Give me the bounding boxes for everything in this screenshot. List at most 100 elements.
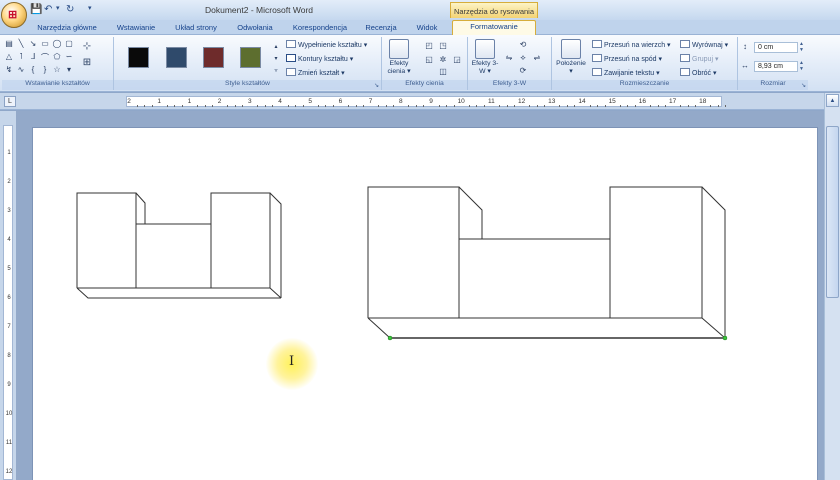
large-3d-shape[interactable] [367, 186, 728, 341]
nudge-shadow-left-icon[interactable]: ◱ [424, 55, 434, 64]
ruler-track[interactable]: 2 1 1 2 3 4 5 6 7 8 9 10 11 12 13 14 15 16 17 18 [126, 96, 727, 107]
shape-rectangle-icon[interactable]: ▭ [40, 39, 50, 48]
group-button[interactable]: Grupuj ▾ [680, 54, 718, 65]
style-swatch-olive[interactable] [240, 47, 261, 68]
undo-dropdown-icon[interactable]: ▾ [56, 4, 60, 12]
shape-oval-icon[interactable]: ◯ [52, 39, 62, 48]
wrap-text-button[interactable]: Zawijanie tekstu ▾ [592, 68, 660, 79]
height-icon: ↕ [743, 42, 747, 51]
tab-page-layout[interactable]: Układ strony [168, 22, 224, 35]
nudge-shadow-up-icon[interactable]: ◰ [424, 41, 434, 50]
shape-scribble-icon[interactable]: ∽ [64, 52, 74, 61]
shape-height-field[interactable]: 0 cm [754, 42, 798, 53]
edit-text-icon[interactable]: ⊞ [82, 57, 92, 68]
vertical-scrollbar[interactable]: ▲ [824, 93, 840, 480]
shape-fill-button[interactable]: Wypełnienie kształtu ▾ [286, 40, 367, 51]
shape-brace-right-icon[interactable]: } [40, 65, 50, 74]
ruler-tick [687, 105, 689, 107]
tilt-down-icon[interactable]: ⟳ [518, 66, 528, 75]
dialog-launcher-icon[interactable]: ↘ [801, 82, 806, 89]
small-3d-shape[interactable] [76, 192, 282, 299]
shape-elbow-arrow-icon[interactable]: ᒧ [28, 52, 38, 61]
vertical-ruler-number: 11 [5, 440, 13, 446]
tab-review[interactable]: Recenzja [362, 22, 400, 35]
3d-effects-button[interactable]: Efekty 3-W ▾ [471, 39, 499, 76]
nudge-shadow-down-icon[interactable]: ◫ [438, 67, 448, 76]
send-to-back-button[interactable]: Przesuń na spód ▾ [592, 54, 662, 65]
edit-points-icon[interactable]: ⊹ [82, 41, 92, 52]
styles-scroll-up-icon[interactable]: ▴ [271, 43, 281, 50]
shape-triangle-icon[interactable]: △ [4, 52, 14, 61]
vertical-ruler-number: 5 [7, 266, 11, 272]
tilt-left-icon[interactable]: ⇋ [504, 53, 514, 62]
shape-brace-left-icon[interactable]: { [28, 65, 38, 74]
scrollbar-thumb[interactable] [826, 126, 839, 298]
ruler-tick [151, 105, 153, 107]
change-shape-button[interactable]: Zmień kształt ▾ [286, 68, 345, 79]
position-button[interactable]: Położenie ▾ [555, 39, 587, 76]
vertical-ruler[interactable]: 1 2 3 4 5 6 7 8 9 10 11 12 [0, 111, 16, 480]
shape-width-field[interactable]: 8,93 cm [754, 61, 798, 72]
bring-to-front-button[interactable]: Przesuń na wierzch ▾ [592, 40, 671, 51]
align-button[interactable]: Wyrównaj ▾ [680, 40, 728, 51]
ruler-tick [174, 105, 176, 107]
styles-more-icon[interactable]: ▿ [271, 67, 281, 74]
shape-star-icon[interactable]: ☆ [52, 65, 62, 74]
tilt-up-icon[interactable]: ⟲ [518, 40, 528, 49]
undo-icon[interactable]: ↶ [44, 4, 52, 15]
scroll-up-button[interactable]: ▲ [826, 94, 839, 107]
nudge-shadow-right-icon[interactable]: ◲ [452, 55, 462, 64]
shadow-effects-button[interactable]: Efekty cienia ▾ [385, 39, 413, 76]
tab-mailings[interactable]: Korespondencja [288, 22, 352, 35]
tilt-right-icon[interactable]: ⇌ [532, 53, 542, 62]
dialog-launcher-icon[interactable]: ↘ [374, 82, 379, 89]
selection-handle-left[interactable] [387, 335, 393, 341]
customize-qat-icon[interactable]: ▾ [88, 4, 92, 12]
style-swatch-black[interactable] [128, 47, 149, 68]
document-page[interactable] [32, 127, 818, 480]
redo-icon[interactable]: ↻ [66, 4, 74, 15]
selection-handle-right[interactable] [722, 335, 728, 341]
tab-view[interactable]: Widok [410, 22, 444, 35]
style-swatch-red[interactable] [203, 47, 224, 68]
ruler-tick [272, 105, 274, 107]
tab-home[interactable]: Narzędzia główne [32, 22, 102, 35]
ruler-number: 14 [578, 98, 586, 105]
vertical-ruler-number: 9 [7, 382, 11, 388]
horizontal-ruler[interactable]: L 2 1 1 2 3 4 5 6 7 8 9 10 11 12 13 14 15 16 17 18 [0, 93, 840, 110]
office-button[interactable]: ⊞ [1, 2, 27, 28]
ruler-tick [446, 105, 448, 107]
vertical-ruler-track[interactable]: 1 2 3 4 5 6 7 8 9 10 11 12 [3, 125, 13, 480]
group-label: Style kształtów [114, 80, 381, 90]
tab-selector-icon[interactable]: L [4, 96, 16, 107]
shape-line-icon[interactable]: ╲ [16, 39, 26, 48]
shape-arrow-icon[interactable]: ↘ [28, 39, 38, 48]
save-icon[interactable]: 💾 [30, 4, 42, 15]
shape-textbox-icon[interactable]: ▤ [4, 39, 14, 48]
width-spin-down-icon[interactable]: ▼ [799, 66, 804, 72]
ruler-tick [212, 105, 214, 107]
title-bar: ⊞ 💾 ↶ ▾ ↻ ▾ Dokument2 - Microsoft Word N… [0, 0, 840, 28]
nudge-shadow-up-right-icon[interactable]: ◳ [438, 41, 448, 50]
shape-curve-icon[interactable]: ⌒ [40, 52, 50, 63]
styles-scroll-down-icon[interactable]: ▾ [271, 55, 281, 62]
shape-elbow-icon[interactable]: ˥ [16, 52, 26, 61]
width-icon: ↔ [741, 61, 749, 70]
3d-toggle-icon[interactable]: ⟡ [518, 53, 528, 63]
ruler-tick [649, 105, 651, 107]
height-spin-down-icon[interactable]: ▼ [799, 47, 804, 53]
style-swatch-blue[interactable] [166, 47, 187, 68]
ruler-tick [234, 105, 236, 107]
shape-freeform-icon[interactable]: ⬠ [52, 52, 62, 61]
rotate-button[interactable]: Obróć ▾ [680, 68, 717, 79]
shadow-toggle-icon[interactable]: ✲ [438, 55, 448, 64]
ruler-tick [264, 105, 266, 107]
shape-bent-arrow-icon[interactable]: ↯ [4, 65, 14, 74]
shape-rounded-rect-icon[interactable]: ▢ [64, 39, 74, 48]
tab-insert[interactable]: Wstawianie [110, 22, 162, 35]
tab-format[interactable]: Formatowanie [452, 20, 536, 35]
shape-more-icon[interactable]: ▾ [64, 65, 74, 74]
tab-references[interactable]: Odwołania [230, 22, 280, 35]
shape-wave-icon[interactable]: ∿ [16, 65, 26, 74]
shape-outline-button[interactable]: Kontury kształtu ▾ [286, 54, 353, 65]
